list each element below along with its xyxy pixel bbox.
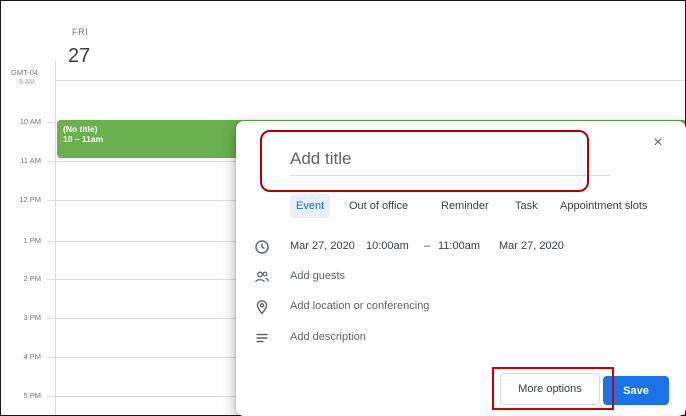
hour-label: 3 PM	[23, 313, 41, 322]
location-pin-icon	[256, 300, 268, 315]
hour-label: 12 PM	[19, 195, 41, 204]
description-row[interactable]: Add description	[236, 328, 686, 348]
day-number[interactable]: 27	[68, 45, 90, 68]
hour-label: 4 PM	[23, 352, 41, 361]
clock-icon	[255, 240, 269, 254]
timezone-label: GMT-04	[11, 68, 39, 77]
people-icon	[255, 271, 269, 283]
event-time: 10 – 11am	[63, 134, 104, 144]
event-title: (No title)	[63, 124, 98, 134]
description-lines-icon	[256, 333, 268, 343]
datetime-row: Mar 27, 2020 10:00am – 11:00am Mar 27, 2…	[236, 237, 686, 257]
more-options-button[interactable]: More options	[500, 373, 600, 405]
start-date[interactable]: Mar 27, 2020	[290, 240, 355, 252]
tab-appointment-slots[interactable]: Appointment slots	[554, 194, 653, 218]
close-icon[interactable]: ×	[650, 135, 666, 151]
end-time[interactable]: 11:00am	[438, 240, 480, 252]
add-description[interactable]: Add description	[290, 331, 366, 343]
tab-event[interactable]: Event	[290, 194, 331, 218]
location-row[interactable]: Add location or conferencing	[236, 297, 686, 317]
end-date[interactable]: Mar 27, 2020	[499, 240, 564, 252]
quick-event-dialog: × Event Out of office Reminder Task Appo…	[236, 121, 686, 416]
add-guests[interactable]: Add guests	[290, 270, 345, 282]
hour-label: 10 AM	[19, 117, 41, 126]
day-name: FRI	[72, 27, 89, 37]
title-input[interactable]	[290, 143, 610, 176]
hour-label: 1 PM	[23, 236, 41, 245]
guests-row[interactable]: Add guests	[236, 267, 686, 287]
tab-task[interactable]: Task	[509, 194, 544, 218]
time-gutter-divider	[55, 61, 56, 415]
time-separator: –	[424, 240, 431, 252]
hour-label: 5 PM	[23, 391, 41, 400]
add-location[interactable]: Add location or conferencing	[290, 300, 429, 312]
hour-label-cut: 9 AM	[19, 79, 35, 84]
tab-out-of-office[interactable]: Out of office	[343, 194, 414, 218]
tab-reminder[interactable]: Reminder	[435, 194, 495, 218]
save-button[interactable]: Save	[603, 376, 669, 405]
start-time[interactable]: 10:00am	[366, 240, 409, 252]
header-divider	[55, 80, 685, 81]
hour-label: 2 PM	[23, 274, 41, 283]
hour-label: 11 AM	[20, 156, 41, 165]
day-header: FRI 27 GMT-04 9 AM	[1, 1, 685, 84]
